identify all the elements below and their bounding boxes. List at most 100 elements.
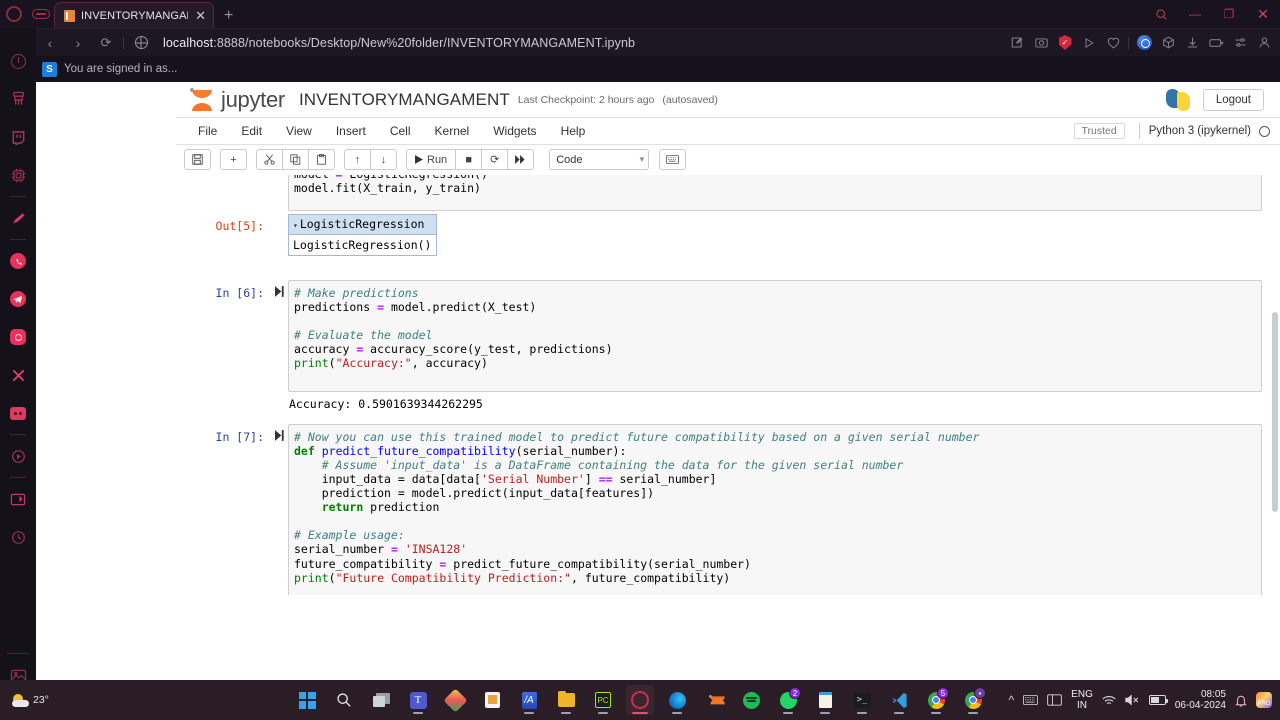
search-icon[interactable]: [1144, 0, 1178, 28]
menu-view[interactable]: View: [274, 118, 324, 145]
edge-app[interactable]: [663, 685, 691, 715]
sidebar-item-telegram[interactable]: [0, 280, 36, 318]
sidebar-item-twitch[interactable]: [0, 118, 36, 156]
sidebar-item-x-twitter[interactable]: [0, 356, 36, 394]
chrome-beta-app[interactable]: •: [959, 685, 987, 715]
task-view-button[interactable]: [367, 685, 395, 715]
spotify-app[interactable]: [737, 685, 765, 715]
download-icon[interactable]: [1180, 30, 1204, 56]
code-input-area[interactable]: # Train the logistic regression model mo…: [288, 175, 1262, 211]
easy-setup-icon[interactable]: [1228, 30, 1252, 56]
notebook-cell[interactable]: In [6]: # Make predictions predictions =…: [176, 280, 1280, 414]
cut-icon[interactable]: [256, 149, 283, 170]
teams-app[interactable]: T: [404, 685, 432, 715]
tray-overflow-button[interactable]: ^: [1009, 693, 1015, 707]
aria-icon[interactable]: [1132, 30, 1156, 56]
pycharm-app[interactable]: PC: [589, 685, 617, 715]
notepad-app[interactable]: [811, 685, 839, 715]
menu-kernel[interactable]: Kernel: [423, 118, 482, 145]
volume-mute-icon[interactable]: [1125, 694, 1140, 706]
browser-tab[interactable]: INVENTORYMANGAMENT ✕: [54, 2, 214, 28]
notifications-bell-icon[interactable]: [1235, 694, 1247, 707]
shield-vpn-icon[interactable]: [1053, 30, 1077, 56]
gx-controls-icon[interactable]: [32, 7, 50, 21]
sidebar-item-snap[interactable]: [0, 480, 36, 518]
move-cell-up-button[interactable]: ↑: [344, 149, 371, 170]
sidebar-item-whatsapp[interactable]: [0, 242, 36, 280]
sklearn-repr-header[interactable]: ▾ LogisticRegression: [289, 215, 437, 235]
paste-icon[interactable]: [308, 149, 335, 170]
close-icon[interactable]: ✕: [194, 9, 207, 22]
heart-icon[interactable]: [1101, 30, 1125, 56]
sidebar-item-gx-corner[interactable]: [0, 156, 36, 194]
copy-icon[interactable]: [282, 149, 309, 170]
sidebar-item-history[interactable]: [0, 518, 36, 556]
sidebar-item-player[interactable]: [0, 437, 36, 475]
insert-cell-button[interactable]: +: [220, 149, 247, 170]
whatsapp-app[interactable]: 2: [774, 685, 802, 715]
reload-icon[interactable]: ⟳: [92, 29, 120, 57]
battery-icon[interactable]: [1148, 695, 1168, 705]
cube-icon[interactable]: [1156, 30, 1180, 56]
screenshot-icon[interactable]: [1029, 30, 1053, 56]
url-input[interactable]: localhost:8888/notebooks/Desktop/New%20f…: [155, 29, 1005, 57]
interrupt-kernel-button[interactable]: ■: [455, 149, 483, 170]
sidebar-item-speedometer[interactable]: [0, 42, 36, 80]
sidebar-item-cleaner[interactable]: [0, 80, 36, 118]
close-window-button[interactable]: ✕: [1246, 0, 1280, 28]
taskbar-search-button[interactable]: [330, 685, 358, 715]
wifi-icon[interactable]: [1102, 695, 1116, 706]
site-info-globe-icon[interactable]: [127, 29, 155, 57]
menu-help[interactable]: Help: [549, 118, 598, 145]
tray-app-icon[interactable]: PRO: [1256, 692, 1272, 708]
move-cell-down-button[interactable]: ↓: [370, 149, 397, 170]
touch-keyboard-icon[interactable]: [1023, 695, 1039, 705]
bookmark-item-signed-in[interactable]: You are signed in as...: [64, 63, 177, 75]
cell-type-select[interactable]: Code ▾: [549, 149, 650, 170]
sidebar-item-discord[interactable]: [0, 394, 36, 432]
clock[interactable]: 08:05 06-04-2024: [1175, 689, 1226, 711]
kernel-indicator-name[interactable]: Python 3 (ipykernel): [1149, 125, 1251, 137]
chrome-app[interactable]: 5: [922, 685, 950, 715]
notebook-cell[interactable]: In [7]: # Now you can use this trained m…: [176, 423, 1280, 595]
notebook-name[interactable]: INVENTORYMANGAMENT: [299, 90, 510, 110]
new-tab-button[interactable]: +: [224, 8, 233, 24]
sidebar-item-messenger[interactable]: [0, 199, 36, 237]
forward-icon[interactable]: ›: [64, 29, 92, 57]
terminal-app[interactable]: >_: [848, 685, 876, 715]
menu-edit[interactable]: Edit: [229, 118, 274, 145]
sidebar-item-instagram[interactable]: [0, 318, 36, 356]
file-explorer-app[interactable]: [552, 685, 580, 715]
logout-button[interactable]: Logout: [1202, 88, 1264, 111]
sklearn-repr-box[interactable]: ▾ LogisticRegression LogisticRegression(): [288, 214, 438, 256]
widgets-icon[interactable]: [1047, 694, 1062, 706]
command-palette-icon[interactable]: [659, 149, 687, 170]
code-input-area[interactable]: # Now you can use this trained model to …: [288, 423, 1262, 595]
player-icon[interactable]: [1077, 30, 1101, 56]
restart-kernel-button[interactable]: ⟳: [481, 149, 509, 170]
code-input-area[interactable]: # Make predictions predictions = model.p…: [288, 280, 1262, 392]
microsoft-store-app[interactable]: [478, 685, 506, 715]
vscode-app[interactable]: [885, 685, 913, 715]
minimize-button[interactable]: —: [1178, 0, 1212, 28]
battery-saver-icon[interactable]: [1204, 30, 1228, 56]
start-button[interactable]: [293, 685, 321, 715]
paint-app[interactable]: [441, 685, 469, 715]
language-indicator[interactable]: ENG IN: [1071, 689, 1093, 711]
cell-run-button[interactable]: [270, 280, 288, 414]
notebook-cell[interactable]: # Train the logistic regression model mo…: [176, 175, 1280, 211]
opera-logo-icon[interactable]: [6, 6, 22, 22]
notebook-scrollbar[interactable]: [1272, 312, 1278, 512]
maximize-button[interactable]: ❐: [1212, 0, 1246, 28]
cell-run-button[interactable]: [270, 424, 288, 595]
profile-icon[interactable]: [1252, 30, 1276, 56]
weather-widget[interactable]: 23°: [0, 693, 200, 707]
back-icon[interactable]: ‹: [36, 29, 64, 57]
adobe-app[interactable]: /A: [515, 685, 543, 715]
snapshot-icon[interactable]: [1005, 30, 1029, 56]
jupyter-app[interactable]: [700, 685, 728, 715]
menu-cell[interactable]: Cell: [378, 118, 423, 145]
restart-run-all-button[interactable]: [507, 149, 535, 170]
run-button[interactable]: Run: [406, 149, 457, 170]
opera-gx-app[interactable]: [626, 685, 654, 715]
